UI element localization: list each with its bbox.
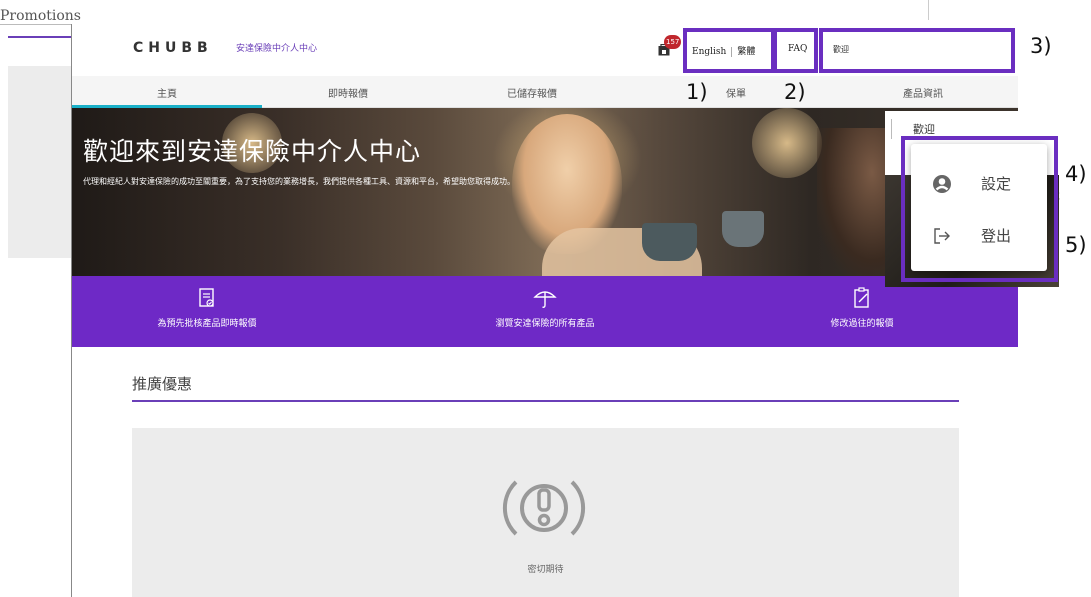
highlight-box-language [683,28,775,73]
main-nav: 主頁 即時報價 已儲存報價 保單 產品資訊 [72,76,1018,108]
hero-photo-cup [642,223,697,261]
nav-tab-instant-quote[interactable]: 即時報價 [288,85,408,100]
hero-photo-light [752,108,822,178]
edit-document-icon [854,287,869,308]
promotions-underline [132,400,959,402]
hero-description: 代理和經紀人對安達保險的成功至關重要，為了支持您的業務增長，我們提供各種工具、資… [83,177,515,186]
alert-icon [502,480,586,536]
callout-2: 2) [784,80,806,104]
background-title-underline [8,36,76,38]
background-panel [8,66,76,258]
background-page-title: Promotions [0,8,81,24]
highlight-box-faq [773,28,818,73]
hero-title: 歡迎來到安達保險中介人中心 [83,137,422,166]
promotions-title: 推廣優惠 [132,375,193,393]
quick-link-browse-products[interactable]: 瀏覽安達保險的所有產品 [445,286,645,329]
quick-link-label: 瀏覽安達保險的所有產品 [495,319,595,329]
quick-links-bar: 為預先批核產品即時報價 瀏覽安達保險的所有產品 修改過往的報價 [72,276,1018,347]
chubb-logo[interactable]: CHUBB [133,40,213,56]
quick-link-edit-quotes[interactable]: 修改過往的報價 [762,286,962,329]
callout-3: 3) [1030,34,1052,58]
cart-count-badge: 157 [664,35,682,49]
promotions-placeholder-text: 密切期待 [527,565,564,575]
umbrella-icon [533,291,557,308]
nav-tab-product-info[interactable]: 產品資訊 [863,85,983,100]
nav-tab-saved-quotes[interactable]: 已儲存報價 [472,85,592,100]
clipboard-check-icon [199,288,214,307]
quick-link-label: 為預先批核產品即時報價 [157,319,257,329]
dropdown-separator [891,119,892,139]
portal-name: 安達保險中介人中心 [236,44,318,54]
hero-banner: 歡迎來到安達保險中介人中心 代理和經紀人對安達保險的成功至關重要，為了支持您的業… [72,108,1018,276]
portal-window: CHUBB 安達保險中介人中心 157 English 繁體 FAQ 歡迎 主頁 … [71,24,1018,597]
dropdown-welcome-label: 歡迎 [913,123,935,136]
promotions-placeholder-panel: 密切期待 [132,428,959,597]
callout-4: 4) [1065,162,1087,186]
hero-photo-cup [722,211,764,247]
nav-tab-home[interactable]: 主頁 [107,85,227,100]
highlight-box-welcome [819,28,1015,73]
background-divider-vertical [928,0,929,20]
quick-link-label: 修改過往的報價 [830,319,894,329]
callout-1: 1) [686,80,708,104]
callout-5: 5) [1065,233,1087,257]
highlight-box-dropdown [901,136,1058,282]
quick-link-instant-quote[interactable]: 為預先批核產品即時報價 [107,286,307,329]
